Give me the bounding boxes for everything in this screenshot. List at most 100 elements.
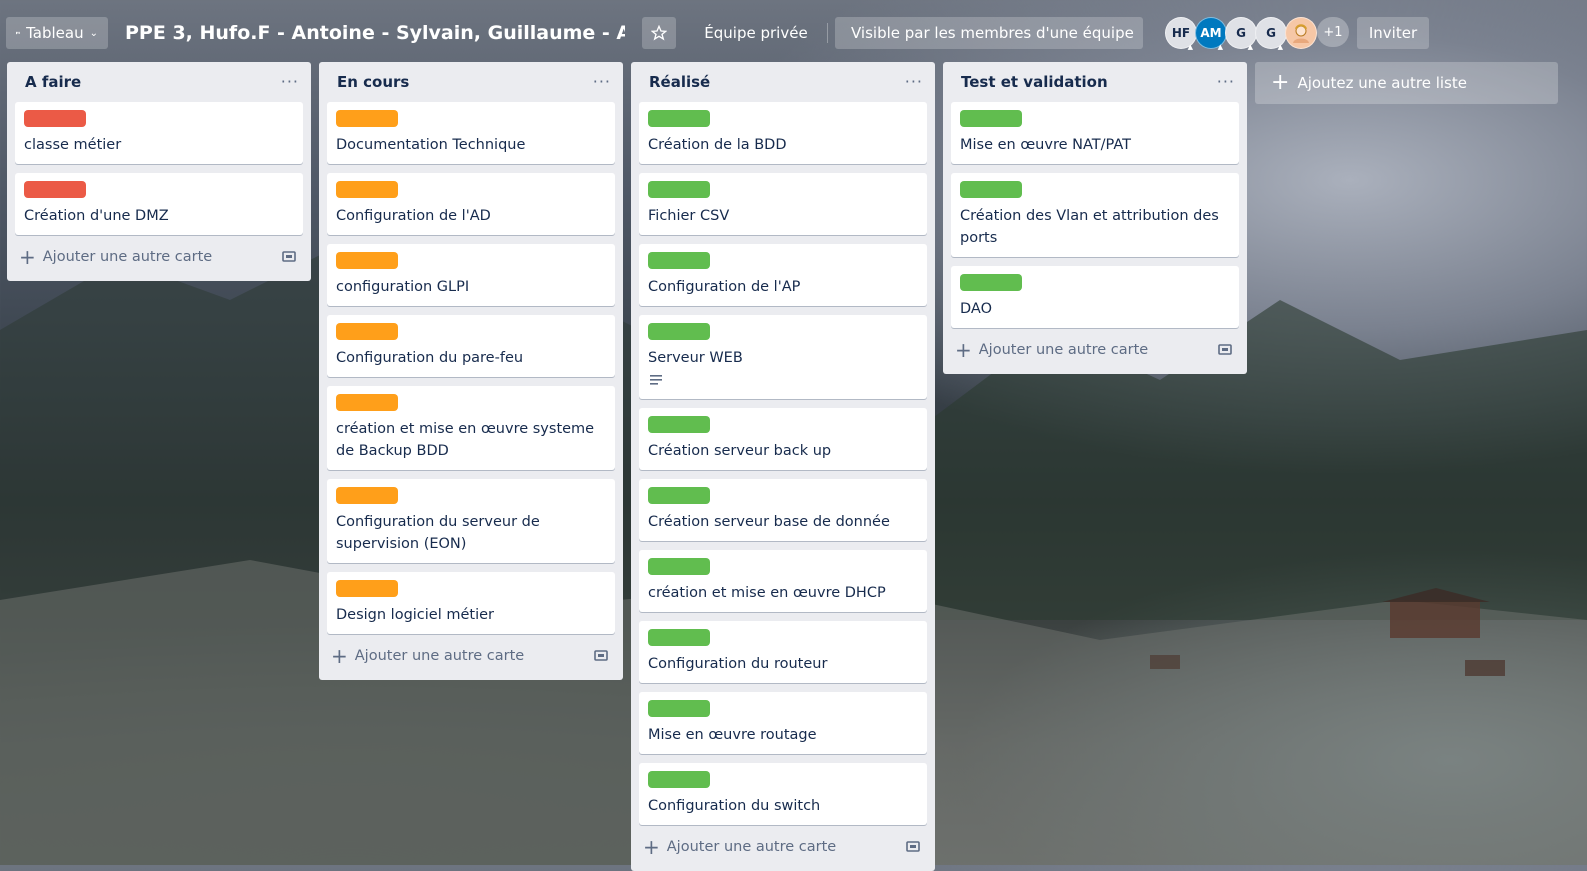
card[interactable]: Configuration du serveur de supervision … <box>327 479 615 563</box>
card[interactable]: Création de la BDD <box>639 102 927 164</box>
list-header: A faire ··· <box>15 62 303 102</box>
card[interactable]: Mise en œuvre NAT/PAT <box>951 102 1239 164</box>
card[interactable]: création et mise en œuvre DHCP <box>639 550 927 612</box>
card-label-green[interactable] <box>648 323 710 340</box>
description-icon <box>648 372 918 391</box>
card[interactable]: Création serveur back up <box>639 408 927 470</box>
card-title: Création de la BDD <box>648 137 787 153</box>
card-label-red[interactable] <box>24 181 86 198</box>
card-label-green[interactable] <box>648 487 710 504</box>
card[interactable]: Serveur WEB <box>639 315 927 399</box>
board-icon <box>16 31 20 35</box>
card-title: configuration GLPI <box>336 279 470 295</box>
template-icon[interactable] <box>281 250 297 264</box>
template-icon[interactable] <box>905 840 921 854</box>
list-title[interactable]: En cours <box>337 73 409 91</box>
board-members: HF ▲ AM ▲ G ▲ G ▲ +1 <box>1165 17 1349 51</box>
card[interactable]: Configuration de l'AD <box>327 173 615 235</box>
plus-icon: + <box>643 835 660 859</box>
card-title: Design logiciel métier <box>336 607 495 623</box>
star-button[interactable] <box>642 17 676 49</box>
board-title[interactable]: PPE 3, Hufo.F - Antoine - Sylvain, Guill… <box>125 17 625 49</box>
card[interactable]: DAO <box>951 266 1239 328</box>
more-icon[interactable]: ··· <box>593 74 611 90</box>
card-label-orange[interactable] <box>336 580 398 597</box>
header-divider <box>827 23 828 43</box>
add-list-button[interactable]: + Ajoutez une autre liste <box>1255 62 1558 104</box>
card-label-green[interactable] <box>648 629 710 646</box>
card-label-orange[interactable] <box>336 252 398 269</box>
card[interactable]: Configuration du switch <box>639 763 927 825</box>
card-title: Création d'une DMZ <box>24 208 169 224</box>
card-label-green[interactable] <box>648 700 710 717</box>
card[interactable]: Configuration du pare-feu <box>327 315 615 377</box>
add-card-button[interactable]: + Ajouter une autre carte <box>639 831 927 863</box>
invite-button[interactable]: Inviter <box>1357 17 1429 49</box>
add-card-button[interactable]: + Ajouter une autre carte <box>951 334 1239 366</box>
card-label-green[interactable] <box>648 558 710 575</box>
avatar-photo[interactable] <box>1285 17 1317 49</box>
add-card-button[interactable]: + Ajouter une autre carte <box>15 241 303 273</box>
card-label-orange[interactable] <box>336 110 398 127</box>
more-icon[interactable]: ··· <box>905 74 923 90</box>
avatar-initials: G <box>1236 26 1246 40</box>
card-label-green[interactable] <box>648 252 710 269</box>
card[interactable]: Mise en œuvre routage <box>639 692 927 754</box>
card[interactable]: Design logiciel métier <box>327 572 615 634</box>
plus-icon: + <box>19 245 36 269</box>
view-switcher-button[interactable]: Tableau ⌄ <box>6 17 108 49</box>
avatar[interactable]: AM ▲ <box>1195 17 1227 51</box>
card-label-orange[interactable] <box>336 323 398 340</box>
card-label-green[interactable] <box>648 181 710 198</box>
avatar[interactable]: HF ▲ <box>1165 17 1197 51</box>
card-label-orange[interactable] <box>336 181 398 198</box>
list-realise: Réalisé ··· Création de la BDD Fichier C… <box>631 62 935 871</box>
avatar[interactable]: G ▲ <box>1255 17 1287 51</box>
person-icon <box>1293 24 1309 43</box>
star-icon <box>651 25 667 41</box>
visibility-button[interactable]: Visible par les membres d'une équipe <box>835 17 1143 49</box>
more-members-button[interactable]: +1 <box>1317 17 1349 47</box>
card[interactable]: Création d'une DMZ <box>15 173 303 235</box>
team-button[interactable]: Équipe privée <box>688 17 824 49</box>
visibility-label: Visible par les membres d'une équipe <box>851 24 1134 42</box>
card-label-orange[interactable] <box>336 394 398 411</box>
avatar-initials: AM <box>1200 26 1222 40</box>
more-icon[interactable]: ··· <box>1217 74 1235 90</box>
card[interactable]: classe métier <box>15 102 303 164</box>
card-title: Création des Vlan et attribution des por… <box>960 208 1219 246</box>
card-label-green[interactable] <box>648 771 710 788</box>
card[interactable]: Configuration du routeur <box>639 621 927 683</box>
card-title: Configuration du pare-feu <box>336 350 524 366</box>
more-icon[interactable]: ··· <box>281 74 299 90</box>
card-label-green[interactable] <box>960 181 1022 198</box>
card[interactable]: Documentation Technique <box>327 102 615 164</box>
card[interactable]: Configuration de l'AP <box>639 244 927 306</box>
card-label-orange[interactable] <box>336 487 398 504</box>
list-title[interactable]: Réalisé <box>649 73 710 91</box>
list-title[interactable]: Test et validation <box>961 73 1108 91</box>
template-icon[interactable] <box>593 649 609 663</box>
card[interactable]: Création des Vlan et attribution des por… <box>951 173 1239 257</box>
card[interactable]: création et mise en œuvre systeme de Bac… <box>327 386 615 470</box>
list-title[interactable]: A faire <box>25 73 81 91</box>
plus-icon: + <box>1271 70 1290 95</box>
avatar[interactable]: G ▲ <box>1225 17 1257 51</box>
card-label-green[interactable] <box>648 110 710 127</box>
card[interactable]: configuration GLPI <box>327 244 615 306</box>
add-card-button[interactable]: + Ajouter une autre carte <box>327 640 615 672</box>
card-title: Configuration de l'AD <box>336 208 491 224</box>
chevron-down-icon: ⌄ <box>89 27 98 39</box>
card-label-red[interactable] <box>24 110 86 127</box>
card-label-green[interactable] <box>960 274 1022 291</box>
template-icon[interactable] <box>1217 343 1233 357</box>
plus-icon: + <box>331 644 348 668</box>
card-label-green[interactable] <box>960 110 1022 127</box>
card-label-green[interactable] <box>648 416 710 433</box>
list-a-faire: A faire ··· classe métier Création d'une… <box>7 62 311 281</box>
card-title: Serveur WEB <box>648 350 743 366</box>
card-title: classe métier <box>24 137 122 153</box>
card[interactable]: Fichier CSV <box>639 173 927 235</box>
card-title: Création serveur back up <box>648 443 832 459</box>
card[interactable]: Création serveur base de donnée <box>639 479 927 541</box>
